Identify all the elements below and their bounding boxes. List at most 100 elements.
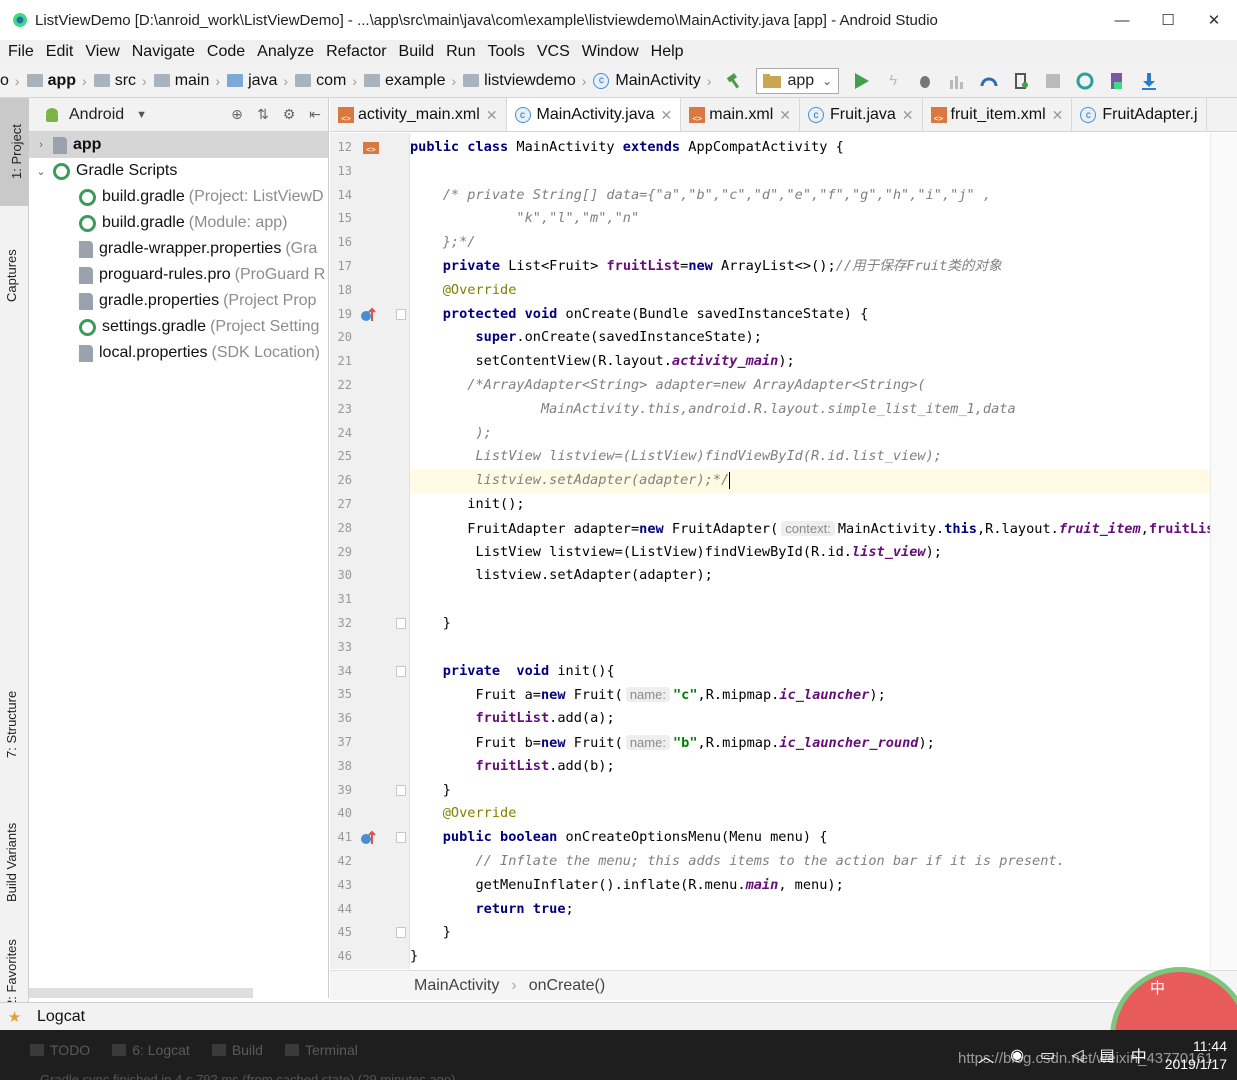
gear-icon[interactable]: ⚙ bbox=[276, 106, 302, 123]
menu-navigate[interactable]: Navigate bbox=[126, 43, 201, 61]
code-line[interactable]: } bbox=[410, 612, 1237, 636]
build-tab[interactable]: Build bbox=[211, 1042, 263, 1058]
fold-marker-icon[interactable] bbox=[396, 308, 406, 320]
tree-item[interactable]: build.gradle (Module: app) bbox=[29, 210, 328, 236]
code-line[interactable]: private void init(){ bbox=[410, 660, 1237, 684]
chevron-down-icon[interactable]: ⌄ bbox=[35, 165, 47, 178]
todo-tab[interactable]: TODO bbox=[30, 1042, 90, 1058]
code-line[interactable]: protected void onCreate(Bundle savedInst… bbox=[410, 303, 1237, 327]
sdk-manager-icon[interactable] bbox=[1138, 70, 1160, 92]
code-line[interactable]: };*/ bbox=[410, 231, 1237, 255]
structure-tool-tab[interactable]: 7: Structure bbox=[4, 663, 19, 758]
code-line[interactable]: /*ArrayAdapter<String> adapter=new Array… bbox=[410, 374, 1237, 398]
fold-marker-icon[interactable] bbox=[396, 832, 406, 844]
menu-code[interactable]: Code bbox=[201, 43, 251, 61]
menu-analyze[interactable]: Analyze bbox=[251, 43, 320, 61]
fold-marker-icon[interactable] bbox=[396, 784, 406, 796]
xml-layout-icon[interactable]: <> bbox=[362, 140, 379, 154]
sync-device-icon[interactable] bbox=[1010, 70, 1032, 92]
override-icon[interactable] bbox=[360, 830, 376, 845]
breadcrumb-item[interactable]: o › bbox=[0, 64, 27, 97]
code-line[interactable]: public boolean onCreateOptionsMenu(Menu … bbox=[410, 826, 1237, 850]
code-line[interactable]: init(); bbox=[410, 493, 1237, 517]
code-editor[interactable]: 12 13 14 15 16 17 18 19 20 21 22 23 24 25 26 27 28 29 30 31… bbox=[330, 133, 1237, 969]
breadcrumb-item[interactable]: main › bbox=[153, 64, 227, 97]
editor-tab[interactable]: <> activity_main.xml ✕ bbox=[330, 98, 507, 131]
run-icon[interactable] bbox=[850, 70, 872, 92]
logcat-label[interactable]: Logcat bbox=[37, 1008, 85, 1026]
maximize-button[interactable]: ☐ bbox=[1145, 0, 1191, 40]
menu-run[interactable]: Run bbox=[440, 43, 481, 61]
project-view-selector[interactable]: Android ▼ bbox=[33, 106, 147, 124]
menu-vcs[interactable]: VCS bbox=[531, 43, 576, 61]
terminal-tab[interactable]: Terminal bbox=[284, 1042, 358, 1058]
menu-edit[interactable]: Edit bbox=[40, 43, 80, 61]
code-line[interactable] bbox=[410, 636, 1237, 660]
code-line[interactable]: super.onCreate(savedInstanceState); bbox=[410, 326, 1237, 350]
code-line[interactable]: Fruit b=new Fruit(name: "b",R.mipmap.ic_l… bbox=[410, 731, 1237, 755]
code-line[interactable]: } bbox=[410, 945, 1237, 969]
code-line[interactable]: public class MainActivity extends AppCom… bbox=[410, 136, 1237, 160]
close-tab-icon[interactable]: ✕ bbox=[661, 107, 673, 124]
tree-item[interactable]: ⌄ Gradle Scripts bbox=[29, 158, 328, 184]
code-line[interactable]: "k","l","m","n" bbox=[410, 207, 1237, 231]
code-line[interactable] bbox=[410, 160, 1237, 184]
override-icon[interactable] bbox=[360, 307, 376, 321]
menu-build[interactable]: Build bbox=[393, 43, 441, 61]
breadcrumb-item[interactable]: com › bbox=[295, 64, 364, 97]
close-tab-icon[interactable]: ✕ bbox=[902, 107, 914, 124]
chevron-right-icon[interactable]: › bbox=[35, 139, 47, 151]
code-line[interactable]: Fruit a=new Fruit(name: "c",R.mipmap.ic_l… bbox=[410, 683, 1237, 707]
breadcrumb-item[interactable]: c MainActivity › bbox=[593, 64, 718, 97]
horizontal-scrollbar[interactable] bbox=[29, 988, 253, 998]
editor-tab[interactable]: c MainActivity.java ✕ bbox=[506, 98, 682, 131]
code-line[interactable]: @Override bbox=[410, 279, 1237, 303]
locate-file-icon[interactable]: ⊕ bbox=[224, 106, 250, 123]
tree-item[interactable]: gradle.properties (Project Prop bbox=[29, 288, 328, 314]
close-tab-icon[interactable]: ✕ bbox=[779, 107, 791, 124]
fold-marker-icon[interactable] bbox=[396, 927, 406, 939]
fold-marker-icon[interactable] bbox=[396, 618, 406, 629]
logcat-tab[interactable]: 6: Logcat bbox=[112, 1042, 190, 1058]
breadcrumb-item[interactable]: app › bbox=[26, 64, 94, 97]
code-line[interactable]: return true; bbox=[410, 898, 1237, 922]
code-area[interactable]: public class MainActivity extends AppCom… bbox=[410, 133, 1237, 969]
code-line[interactable]: ListView listview=(ListView)findViewById… bbox=[410, 445, 1237, 469]
breadcrumb-item[interactable]: example › bbox=[364, 64, 463, 97]
profile-icon[interactable] bbox=[946, 70, 968, 92]
code-line[interactable]: ); bbox=[410, 422, 1237, 446]
menu-file[interactable]: File bbox=[2, 43, 40, 61]
stop-icon[interactable] bbox=[1042, 70, 1064, 92]
code-line[interactable]: /* private String[] data={"a","b","c","d… bbox=[410, 184, 1237, 208]
apply-changes-icon[interactable]: ϟ bbox=[882, 70, 904, 92]
breadcrumb-class[interactable]: MainActivity bbox=[414, 977, 499, 995]
breadcrumb-method[interactable]: onCreate() bbox=[529, 977, 605, 995]
menu-view[interactable]: View bbox=[79, 43, 125, 61]
tree-item[interactable]: build.gradle (Project: ListViewD bbox=[29, 184, 328, 210]
editor-tab[interactable]: c FruitAdapter.j bbox=[1072, 98, 1207, 131]
debug-icon[interactable] bbox=[914, 70, 936, 92]
tree-item[interactable]: local.properties (SDK Location) bbox=[29, 340, 328, 366]
menu-help[interactable]: Help bbox=[645, 43, 690, 61]
tree-item[interactable]: gradle-wrapper.properties (Gra bbox=[29, 236, 328, 262]
code-line[interactable]: fruitList.add(b); bbox=[410, 755, 1237, 779]
code-line[interactable]: MainActivity.this,android.R.layout.simpl… bbox=[410, 398, 1237, 422]
build-variants-tool-tab[interactable]: Build Variants bbox=[4, 792, 19, 902]
menu-window[interactable]: Window bbox=[576, 43, 645, 61]
code-line[interactable]: listview.setAdapter(adapter);*/ bbox=[410, 469, 1237, 493]
code-line[interactable]: listview.setAdapter(adapter); bbox=[410, 564, 1237, 588]
avd-manager-icon[interactable] bbox=[1106, 70, 1128, 92]
tree-item[interactable]: › app bbox=[29, 132, 328, 158]
project-tool-tab[interactable]: 1: Project bbox=[0, 98, 29, 206]
code-line[interactable]: @Override bbox=[410, 802, 1237, 826]
hide-panel-icon[interactable]: ⇤ bbox=[302, 106, 328, 123]
editor-tab[interactable]: <> main.xml ✕ bbox=[681, 98, 800, 131]
tree-item[interactable]: proguard-rules.pro (ProGuard R bbox=[29, 262, 328, 288]
code-line[interactable]: // Inflate the menu; this adds items to … bbox=[410, 850, 1237, 874]
ime-widget[interactable]: 中 bbox=[1110, 967, 1237, 1030]
code-line[interactable]: FruitAdapter adapter=new FruitAdapter(co… bbox=[410, 517, 1237, 541]
code-line[interactable]: getMenuInflater().inflate(R.menu.main, m… bbox=[410, 874, 1237, 898]
breadcrumb-item[interactable]: listviewdemo › bbox=[463, 64, 593, 97]
close-tab-icon[interactable]: ✕ bbox=[1052, 107, 1064, 124]
favorites-tool-tab[interactable]: 2: Favorites bbox=[4, 932, 19, 1007]
